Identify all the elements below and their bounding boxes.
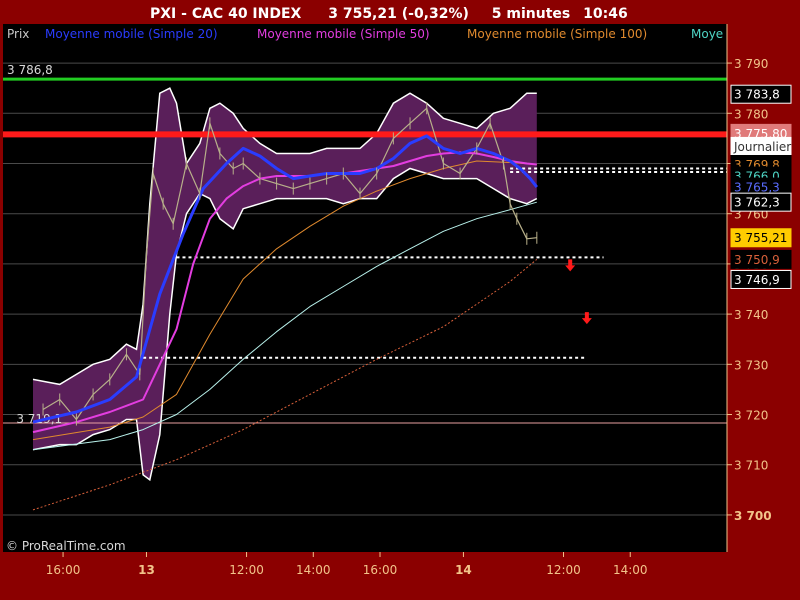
chart-title: PXI - CAC 40 INDEX 3 755,21 (-0,32%) 5 m… (150, 6, 628, 22)
title-interval: 5 minutes (492, 6, 570, 22)
x-tick-label: 14:00 (613, 563, 648, 577)
axis-tag-label: 3 783,8 (734, 88, 780, 102)
y-tick-label: 3 730 (734, 358, 768, 372)
legend-entry: Moye (691, 27, 723, 41)
x-tick-label: 12:00 (546, 563, 581, 577)
title-instrument: PXI - CAC 40 INDEX (150, 6, 302, 22)
x-tick-label: 13 (138, 563, 155, 577)
axis-tag-label: 3 762,3 (734, 196, 780, 210)
y-tick-label: 3 740 (734, 308, 768, 322)
axis-tag-label: 3 765,3 (734, 181, 780, 195)
legend-entry: Moyenne mobile (Simple 20) (45, 27, 218, 41)
level-label-green: 3 786,8 (7, 63, 53, 77)
x-tick-label: 16:00 (363, 563, 398, 577)
legend: Prix Moyenne mobile (Simple 20) Moyenne mo… (7, 27, 723, 41)
legend-entry: Prix (7, 27, 29, 41)
legend-entry: Moyenne mobile (Simple 100) (467, 27, 647, 41)
y-tick-label: 3 710 (734, 459, 768, 473)
inline-price-label: 3 719,1 (16, 412, 62, 426)
chart: 3 786,8 3 719,1 3 700 3 710 3 720 3 730 3 740… (0, 0, 800, 600)
x-tick-label: 14 (455, 563, 472, 577)
title-time: 10:46 (583, 6, 628, 22)
y-tick-label: 3 790 (734, 57, 768, 71)
axis-tag-label: 3 755,21 (734, 231, 787, 245)
legend-entry: Moyenne mobile (Simple 50) (257, 27, 430, 41)
x-tick-label: 12:00 (229, 563, 264, 577)
axis-tag-label: 3 750,9 (734, 253, 780, 267)
axis-tag-label: Journalier (733, 140, 791, 154)
axis-tag-label: 3 746,9 (734, 273, 780, 287)
y-tick-label: 3 700 (734, 509, 772, 523)
y-tick-label: 3 720 (734, 409, 768, 423)
x-tick-label: 16:00 (46, 563, 81, 577)
y-tick-label: 3 780 (734, 107, 768, 121)
copyright: © ProRealTime.com (6, 539, 126, 553)
plot-area[interactable] (3, 24, 727, 552)
title-last-price: 3 755,21 (-0,32%) (328, 6, 469, 22)
x-tick-label: 14:00 (296, 563, 331, 577)
